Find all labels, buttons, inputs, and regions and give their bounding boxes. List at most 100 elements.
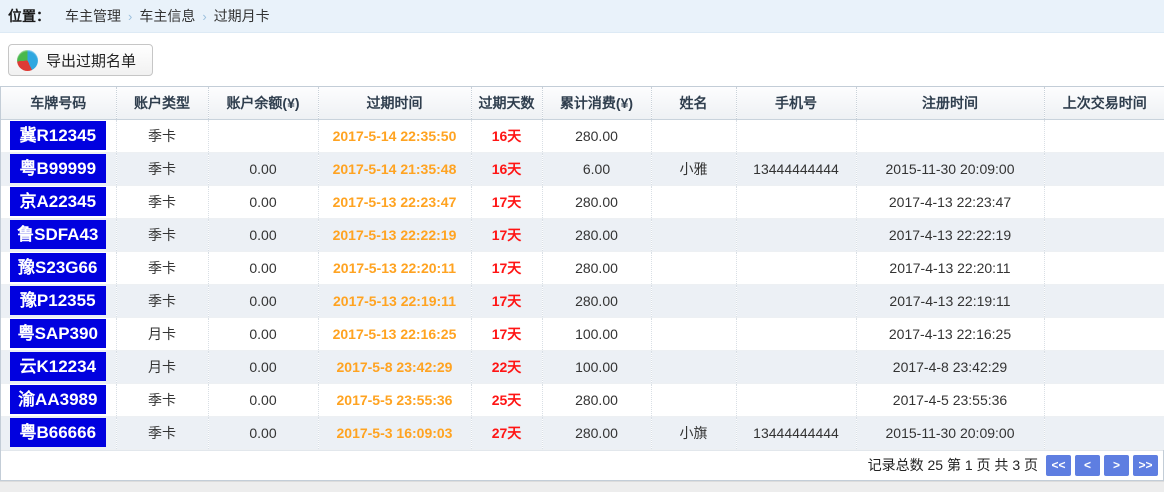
cell-name: [651, 383, 736, 416]
column-header-5: 累计消费(¥): [542, 87, 651, 119]
cell-plate: 粤SAP390: [1, 317, 116, 350]
license-plate[interactable]: 冀R12345: [10, 121, 106, 150]
table-row: 粤SAP390月卡0.002017-5-13 22:16:2517天100.00…: [1, 317, 1164, 350]
cell-days: 17天: [471, 185, 542, 218]
cell-expire: 2017-5-13 22:23:47: [318, 185, 471, 218]
cell-name: [651, 317, 736, 350]
pagination-last-button[interactable]: >>: [1133, 455, 1158, 476]
pie-chart-icon: [17, 50, 38, 71]
cell-phone: [736, 119, 856, 152]
page: 位置： 车主管理 › 车主信息 › 过期月卡 导出过期名单 车牌号码账户类型账户…: [0, 0, 1164, 498]
cell-consume: 280.00: [542, 185, 651, 218]
cell-name: 小雅: [651, 152, 736, 185]
cell-expire: 2017-5-14 21:35:48: [318, 152, 471, 185]
license-plate[interactable]: 粤B99999: [10, 154, 106, 183]
cell-days: 17天: [471, 284, 542, 317]
cell-expire: 2017-5-5 23:55:36: [318, 383, 471, 416]
breadcrumb-link-owner-info[interactable]: 车主信息: [139, 6, 195, 26]
column-header-8: 注册时间: [856, 87, 1044, 119]
cell-days: 16天: [471, 152, 542, 185]
column-header-2: 账户余额(¥): [208, 87, 318, 119]
cell-name: [651, 119, 736, 152]
cell-consume: 280.00: [542, 383, 651, 416]
table-body: 冀R12345季卡2017-5-14 22:35:5016天280.00粤B99…: [1, 119, 1164, 449]
cell-type: 季卡: [116, 185, 208, 218]
license-plate[interactable]: 粤B66666: [10, 418, 106, 447]
cell-balance: 0.00: [208, 383, 318, 416]
breadcrumb-link-expired-card[interactable]: 过期月卡: [214, 6, 270, 26]
table-row: 京A22345 季卡0.002017-5-13 22:23:4717天280.00…: [1, 185, 1164, 218]
table-row: 豫S23G66季卡0.002017-5-13 22:20:1117天280.00…: [1, 251, 1164, 284]
expired-card-table-container: 车牌号码账户类型账户余额(¥)过期时间过期天数累计消费(¥)姓名手机号注册时间上…: [0, 86, 1164, 481]
breadcrumb-link-owner-management[interactable]: 车主管理: [65, 6, 121, 26]
pagination-summary: 记录总数 25 第 1 页 共 3 页: [868, 455, 1038, 475]
cell-phone: [736, 350, 856, 383]
cell-phone: [736, 317, 856, 350]
toolbar: 导出过期名单: [0, 33, 1164, 86]
cell-registered: 2017-4-13 22:16:25: [856, 317, 1044, 350]
cell-balance: 0.00: [208, 317, 318, 350]
table-row: 鲁SDFA43季卡0.002017-5-13 22:22:1917天280.00…: [1, 218, 1164, 251]
table-row: 粤B66666季卡0.002017-5-3 16:09:0327天280.00小…: [1, 416, 1164, 449]
breadcrumb-separator-icon: ›: [202, 9, 206, 24]
cell-registered: 2015-11-30 20:09:00: [856, 152, 1044, 185]
cell-type: 季卡: [116, 383, 208, 416]
export-button-label: 导出过期名单: [46, 50, 136, 71]
cell-name: [651, 218, 736, 251]
cell-last_trade: [1044, 416, 1164, 449]
pagination-next-button[interactable]: >: [1104, 455, 1129, 476]
license-plate[interactable]: 云K12234: [10, 352, 106, 381]
cell-last_trade: [1044, 317, 1164, 350]
cell-balance: 0.00: [208, 218, 318, 251]
cell-last_trade: [1044, 152, 1164, 185]
pagination-prev-button[interactable]: <: [1075, 455, 1100, 476]
cell-phone: [736, 185, 856, 218]
column-header-0: 车牌号码: [1, 87, 116, 119]
cell-plate: 渝AA3989: [1, 383, 116, 416]
breadcrumb: 位置： 车主管理 › 车主信息 › 过期月卡: [0, 0, 1164, 33]
cell-plate: 粤B99999: [1, 152, 116, 185]
cell-expire: 2017-5-13 22:22:19: [318, 218, 471, 251]
cell-balance: 0.00: [208, 185, 318, 218]
column-header-9: 上次交易时间: [1044, 87, 1164, 119]
license-plate[interactable]: 豫P12355: [10, 286, 106, 315]
cell-balance: 0.00: [208, 284, 318, 317]
license-plate[interactable]: 豫S23G66: [10, 253, 106, 282]
cell-balance: [208, 119, 318, 152]
cell-last_trade: [1044, 218, 1164, 251]
cell-consume: 100.00: [542, 350, 651, 383]
cell-type: 季卡: [116, 284, 208, 317]
table-row: 渝AA3989季卡0.002017-5-5 23:55:3625天280.002…: [1, 383, 1164, 416]
cell-expire: 2017-5-8 23:42:29: [318, 350, 471, 383]
export-expired-list-button[interactable]: 导出过期名单: [8, 44, 153, 76]
cell-expire: 2017-5-14 22:35:50: [318, 119, 471, 152]
cell-name: [651, 185, 736, 218]
cell-consume: 280.00: [542, 218, 651, 251]
cell-consume: 280.00: [542, 284, 651, 317]
cell-plate: 粤B66666: [1, 416, 116, 449]
cell-days: 16天: [471, 119, 542, 152]
pagination-buttons: <<<>>>: [1042, 455, 1158, 476]
cell-registered: [856, 119, 1044, 152]
breadcrumb-separator-icon: ›: [128, 9, 132, 24]
column-header-1: 账户类型: [116, 87, 208, 119]
license-plate[interactable]: 京A22345: [10, 187, 106, 216]
license-plate[interactable]: 鲁SDFA43: [10, 220, 106, 249]
column-header-7: 手机号: [736, 87, 856, 119]
cell-balance: 0.00: [208, 251, 318, 284]
license-plate[interactable]: 粤SAP390: [10, 319, 106, 348]
pagination-first-button[interactable]: <<: [1046, 455, 1071, 476]
page-bottom-strip: [0, 481, 1164, 492]
cell-days: 17天: [471, 317, 542, 350]
expired-card-table: 车牌号码账户类型账户余额(¥)过期时间过期天数累计消费(¥)姓名手机号注册时间上…: [1, 87, 1164, 450]
cell-expire: 2017-5-13 22:20:11: [318, 251, 471, 284]
license-plate[interactable]: 渝AA3989: [10, 385, 106, 414]
cell-plate: 云K12234: [1, 350, 116, 383]
cell-consume: 280.00: [542, 251, 651, 284]
cell-type: 月卡: [116, 350, 208, 383]
cell-type: 季卡: [116, 152, 208, 185]
cell-type: 季卡: [116, 251, 208, 284]
cell-phone: [736, 218, 856, 251]
table-row: 粤B99999季卡0.002017-5-14 21:35:4816天6.00小雅…: [1, 152, 1164, 185]
cell-balance: 0.00: [208, 350, 318, 383]
